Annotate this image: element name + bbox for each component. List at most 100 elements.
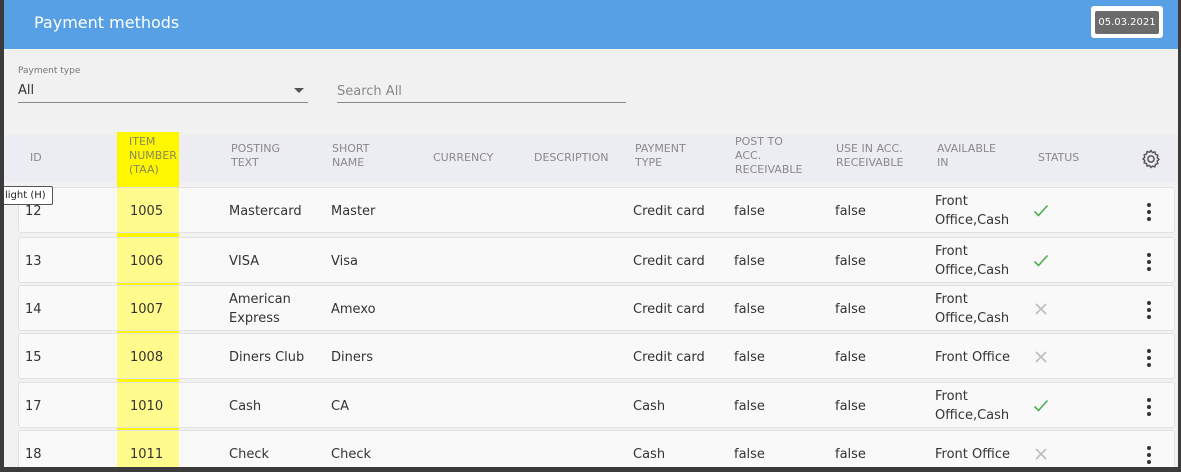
- column-header-text: POSTING: [231, 142, 280, 155]
- cell-use-in-acc: false: [835, 301, 866, 317]
- cell-line: Express: [229, 311, 280, 326]
- column-header-text: AVAILABLE: [937, 142, 996, 155]
- cell-posting-text: Diners Club: [229, 348, 304, 367]
- column-header-post-to[interactable]: POST TO ACC. RECEIVABLE: [735, 135, 802, 177]
- table-row[interactable]: 13 1006 Visa Credit card false false VISA Front…: [18, 237, 1175, 283]
- cell-short-name: Master: [331, 203, 376, 219]
- cell-posting-text: Mastercard: [229, 202, 302, 221]
- column-header-text: DESCRIPTION: [534, 151, 609, 164]
- cell-item-number: 1006: [130, 253, 164, 269]
- column-header-payment-type[interactable]: PAYMENT TYPE: [635, 142, 686, 170]
- payment-type-value: All: [18, 83, 35, 98]
- cell-line: Office,Cash: [935, 213, 1010, 228]
- column-header-text: NUMBER: [129, 149, 177, 162]
- cell-id: 14: [25, 301, 42, 317]
- cell-payment-type: Credit card: [633, 203, 705, 219]
- cell-line: Office,Cash: [935, 408, 1010, 423]
- cell-line: Cash: [229, 398, 262, 414]
- column-header-status[interactable]: STATUS: [1038, 151, 1079, 165]
- cell-line: Front Office: [935, 446, 1010, 462]
- cell-posting-text: VISA: [229, 252, 259, 271]
- table-row[interactable]: 17 1010 CA Cash false false Cash Front Office,Ca…: [18, 382, 1175, 428]
- cell-use-in-acc: false: [835, 446, 866, 462]
- column-header-text: ITEM: [129, 135, 156, 148]
- table-row[interactable]: 12 1005 Master Credit card false false Masterc…: [18, 187, 1175, 233]
- close-icon: [1035, 303, 1047, 315]
- table-row[interactable]: 18 1011 Check Cash false false Check Front Offi…: [18, 430, 1175, 467]
- column-header-text: TYPE: [635, 156, 663, 169]
- cell-use-in-acc: false: [835, 398, 866, 414]
- cell-line: Office,Cash: [935, 263, 1010, 278]
- more-vert-icon[interactable]: [1146, 203, 1152, 221]
- cell-payment-type: Cash: [633, 446, 666, 462]
- column-header-text: USE IN ACC.: [836, 142, 903, 155]
- table-row[interactable]: 14 1007 Amexo Credit card false false American…: [18, 285, 1175, 331]
- cell-line: Mastercard: [229, 203, 302, 219]
- column-header-posting-text[interactable]: POSTING TEXT: [231, 142, 280, 170]
- column-header-text: NAME: [332, 156, 365, 169]
- tooltip: light (H): [4, 186, 53, 205]
- cell-available-in: Front Office: [935, 348, 1010, 367]
- more-vert-icon[interactable]: [1146, 301, 1152, 319]
- cell-item-number: 1005: [130, 203, 164, 219]
- column-header-short-name[interactable]: SHORT NAME: [332, 142, 369, 170]
- search-field[interactable]: [337, 80, 626, 103]
- cell-short-name: Diners: [331, 349, 373, 365]
- column-header-text: PAYMENT: [635, 142, 686, 155]
- cell-payment-type: Cash: [633, 398, 666, 414]
- cell-post-to-acc: false: [734, 203, 765, 219]
- cell-short-name: CA: [331, 398, 349, 414]
- cell-available-in: Front Office,Cash: [935, 192, 1009, 230]
- column-header-text: TEXT: [231, 156, 259, 169]
- cell-payment-type: Credit card: [633, 349, 705, 365]
- column-header-available-in[interactable]: AVAILABLE IN: [937, 142, 996, 170]
- cell-line: Front: [935, 389, 968, 404]
- cell-post-to-acc: false: [734, 398, 765, 414]
- column-header-item-number[interactable]: ITEM NUMBER (TAA): [129, 135, 177, 177]
- more-vert-icon[interactable]: [1146, 398, 1152, 416]
- payment-type-select[interactable]: All: [18, 80, 308, 103]
- column-header-currency[interactable]: CURRENCY: [433, 151, 493, 165]
- cell-posting-text: American Express: [229, 290, 291, 328]
- cell-id: 13: [25, 253, 42, 269]
- cell-post-to-acc: false: [734, 301, 765, 317]
- cell-post-to-acc: false: [734, 349, 765, 365]
- more-vert-icon[interactable]: [1146, 349, 1152, 367]
- more-vert-icon[interactable]: [1146, 253, 1152, 271]
- cell-available-in: Front Office: [935, 445, 1010, 464]
- payment-type-label: Payment type: [18, 66, 81, 76]
- cell-line: Diners Club: [229, 349, 305, 365]
- check-icon: [1033, 254, 1049, 267]
- cell-available-in: Front Office,Cash: [935, 290, 1009, 328]
- cell-available-in: Front Office,Cash: [935, 387, 1009, 425]
- column-header-id[interactable]: ID: [30, 151, 42, 165]
- cell-line: Front: [935, 244, 968, 259]
- cell-line: Front Office: [935, 349, 1010, 365]
- check-icon: [1033, 399, 1049, 412]
- cell-use-in-acc: false: [835, 349, 866, 365]
- cell-line: Front: [935, 292, 968, 307]
- cell-short-name: Visa: [331, 253, 358, 269]
- column-header-text: ID: [30, 151, 42, 164]
- cell-line: Office,Cash: [935, 311, 1010, 326]
- cell-available-in: Front Office,Cash: [935, 242, 1009, 280]
- cell-id: 18: [25, 446, 42, 462]
- search-input[interactable]: [337, 81, 626, 99]
- cell-line: Front: [935, 194, 968, 209]
- cell-short-name: Check: [331, 446, 371, 462]
- table-row[interactable]: 15 1008 Diners Credit card false false Diners …: [18, 333, 1175, 379]
- cell-use-in-acc: false: [835, 253, 866, 269]
- column-header-description[interactable]: DESCRIPTION: [534, 151, 608, 165]
- column-header-text: ACC.: [735, 149, 762, 162]
- column-header-use-in[interactable]: USE IN ACC. RECEIVABLE: [836, 142, 903, 170]
- payment-methods-window: Payment methods 05.03.2021 Payment type …: [4, 0, 1178, 467]
- header-bar: Payment methods 05.03.2021: [4, 0, 1178, 49]
- more-vert-icon[interactable]: [1146, 446, 1152, 464]
- close-icon: [1035, 448, 1047, 460]
- cell-line: American: [229, 292, 291, 307]
- gear-icon[interactable]: [1140, 148, 1162, 170]
- column-header-text: (TAA): [129, 163, 159, 176]
- cell-line: Check: [229, 446, 269, 462]
- date-badge[interactable]: 05.03.2021: [1091, 6, 1163, 38]
- column-header-text: RECEIVABLE: [735, 163, 803, 176]
